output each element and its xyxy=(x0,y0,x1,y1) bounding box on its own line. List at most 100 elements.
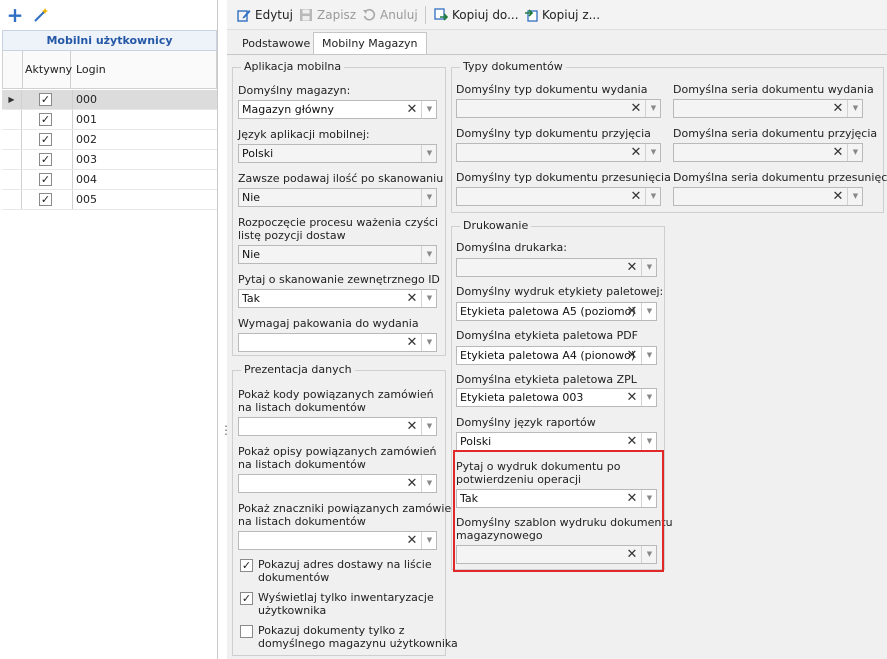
copy-from-button[interactable]: Kopiuj z... xyxy=(524,5,600,25)
table-row[interactable]: ✓ 004 xyxy=(2,170,217,190)
chevron-down-icon[interactable]: ▼ xyxy=(421,290,437,307)
active-checkbox[interactable]: ✓ xyxy=(39,133,52,146)
move-series-combo[interactable]: ✕ ▼ xyxy=(673,187,863,206)
chevron-down-icon[interactable]: ▼ xyxy=(421,189,437,206)
chevron-down-icon[interactable]: ▼ xyxy=(847,188,863,205)
issue-series-combo[interactable]: ✕ ▼ xyxy=(673,99,863,118)
group-document-types: Typy dokumentów Domyślny typ dokumentu w… xyxy=(451,60,887,213)
show-order-tags-combo[interactable]: ✕ ▼ xyxy=(238,531,437,550)
clear-icon[interactable]: ✕ xyxy=(627,100,645,117)
cancel-button[interactable]: Anuluj xyxy=(362,5,418,25)
require-packing-combo[interactable]: ✕ ▼ xyxy=(238,333,437,352)
chevron-down-icon[interactable]: ▼ xyxy=(421,101,437,118)
report-language-combo[interactable]: Polski ✕ ▼ xyxy=(456,432,657,451)
login-cell: 004 xyxy=(72,170,217,189)
checkbox-box[interactable]: ✓ xyxy=(240,559,253,572)
chevron-down-icon[interactable]: ▼ xyxy=(847,100,863,117)
table-row[interactable]: ✓ 002 xyxy=(2,130,217,150)
chevron-down-icon[interactable]: ▼ xyxy=(641,303,657,320)
group-title: Aplikacja mobilna xyxy=(241,60,345,73)
active-checkbox[interactable]: ✓ xyxy=(39,153,52,166)
splitter-handle[interactable]: ⋮ xyxy=(220,424,232,444)
active-checkbox[interactable]: ✓ xyxy=(39,193,52,206)
users-panel-title: Mobilni użytkownicy xyxy=(2,30,217,51)
clear-icon[interactable]: ✕ xyxy=(403,475,421,492)
checkbox-box[interactable]: ✓ xyxy=(240,592,253,605)
checkbox-label-line2: użytkownika xyxy=(258,604,327,617)
receipt-series-combo[interactable]: ✕ ▼ xyxy=(673,143,863,162)
clear-icon[interactable]: ✕ xyxy=(623,347,641,364)
pallet-label-print-combo[interactable]: Etykieta paletowa A5 (poziomo) ✕ ▼ xyxy=(456,302,657,321)
chevron-down-icon[interactable]: ▼ xyxy=(645,188,661,205)
tab-podstawowe[interactable]: Podstawowe xyxy=(234,33,318,55)
row-indicator-header xyxy=(3,51,23,88)
wand-icon[interactable] xyxy=(30,4,52,26)
chevron-down-icon[interactable]: ▼ xyxy=(641,389,657,406)
external-id-combo[interactable]: Tak ✕ ▼ xyxy=(238,289,437,308)
show-order-desc-combo[interactable]: ✕ ▼ xyxy=(238,474,437,493)
chevron-down-icon[interactable]: ▼ xyxy=(847,144,863,161)
chevron-down-icon[interactable]: ▼ xyxy=(421,334,437,351)
show-order-codes-combo[interactable]: ✕ ▼ xyxy=(238,417,437,436)
pallet-label-pdf-label: Domyślna etykieta paletowa PDF xyxy=(456,329,639,342)
default-warehouse-combo[interactable]: Magazyn główny ✕ ▼ xyxy=(238,100,437,119)
copy-to-label: Kopiuj do... xyxy=(452,8,519,22)
table-row[interactable]: ✓ 003 xyxy=(2,150,217,170)
chevron-down-icon[interactable]: ▼ xyxy=(421,145,437,162)
default-printer-combo[interactable]: ✕ ▼ xyxy=(456,258,657,277)
clear-icon[interactable]: ✕ xyxy=(627,188,645,205)
active-checkbox[interactable]: ✓ xyxy=(39,93,52,106)
clear-icon[interactable]: ✕ xyxy=(623,259,641,276)
table-row[interactable]: ▶ ✓ 000 xyxy=(2,90,217,110)
app-language-combo[interactable]: Polski ▼ xyxy=(238,144,437,163)
weighing-combo[interactable]: Nie ▼ xyxy=(238,245,437,264)
copy-from-label: Kopiuj z... xyxy=(542,8,601,22)
clear-icon[interactable]: ✕ xyxy=(403,532,421,549)
issue-type-combo[interactable]: ✕ ▼ xyxy=(456,99,661,118)
combo-value: Etykieta paletowa 003 xyxy=(460,391,584,404)
column-header-login[interactable]: Login xyxy=(71,51,216,88)
clear-icon[interactable]: ✕ xyxy=(829,188,847,205)
combo-value: Polski xyxy=(460,435,492,448)
active-checkbox[interactable]: ✓ xyxy=(39,113,52,126)
clear-icon[interactable]: ✕ xyxy=(829,100,847,117)
clear-icon[interactable]: ✕ xyxy=(623,433,641,450)
chevron-down-icon[interactable]: ▼ xyxy=(645,144,661,161)
chevron-down-icon[interactable]: ▼ xyxy=(641,259,657,276)
receipt-series-label: Domyślna seria dokumentu przyjęcia xyxy=(673,127,878,140)
add-icon[interactable]: + xyxy=(4,3,26,27)
chevron-down-icon[interactable]: ▼ xyxy=(641,433,657,450)
chevron-down-icon[interactable]: ▼ xyxy=(641,347,657,364)
qty-after-scan-label: Zawsze podawaj ilość po skanowaniu xyxy=(238,172,444,185)
clear-icon[interactable]: ✕ xyxy=(403,101,421,118)
show-order-codes-label-line1: Pokaż kody powiązanych zamówień xyxy=(238,388,434,401)
active-checkbox[interactable]: ✓ xyxy=(39,173,52,186)
chevron-down-icon[interactable]: ▼ xyxy=(645,100,661,117)
chevron-down-icon[interactable]: ▼ xyxy=(421,418,437,435)
chevron-down-icon[interactable]: ▼ xyxy=(421,246,437,263)
clear-icon[interactable]: ✕ xyxy=(829,144,847,161)
tab-mobilny-magazyn[interactable]: Mobilny Magazyn xyxy=(313,32,427,55)
clear-icon[interactable]: ✕ xyxy=(623,303,641,320)
pallet-label-zpl-combo[interactable]: Etykieta paletowa 003 ✕ ▼ xyxy=(456,388,657,407)
table-row[interactable]: ✓ 005 xyxy=(2,190,217,210)
move-type-combo[interactable]: ✕ ▼ xyxy=(456,187,661,206)
report-language-label: Domyślny język raportów xyxy=(456,416,596,429)
copy-to-button[interactable]: Kopiuj do... xyxy=(434,5,519,25)
clear-icon[interactable]: ✕ xyxy=(403,290,421,307)
checkbox-box[interactable] xyxy=(240,625,253,638)
table-row[interactable]: ✓ 001 xyxy=(2,110,217,130)
pallet-label-pdf-combo[interactable]: Etykieta paletowa A4 (pionowo) ✕ ▼ xyxy=(456,346,657,365)
save-button[interactable]: Zapisz xyxy=(299,5,356,25)
qty-after-scan-combo[interactable]: Nie ▼ xyxy=(238,188,437,207)
chevron-down-icon[interactable]: ▼ xyxy=(421,532,437,549)
clear-icon[interactable]: ✕ xyxy=(403,334,421,351)
receipt-type-combo[interactable]: ✕ ▼ xyxy=(456,143,661,162)
clear-icon[interactable]: ✕ xyxy=(403,418,421,435)
clear-icon[interactable]: ✕ xyxy=(623,389,641,406)
edit-button[interactable]: Edytuj xyxy=(237,5,293,25)
combo-value: Nie xyxy=(242,248,261,261)
clear-icon[interactable]: ✕ xyxy=(627,144,645,161)
chevron-down-icon[interactable]: ▼ xyxy=(421,475,437,492)
column-header-active[interactable]: Aktywny xyxy=(23,51,72,88)
